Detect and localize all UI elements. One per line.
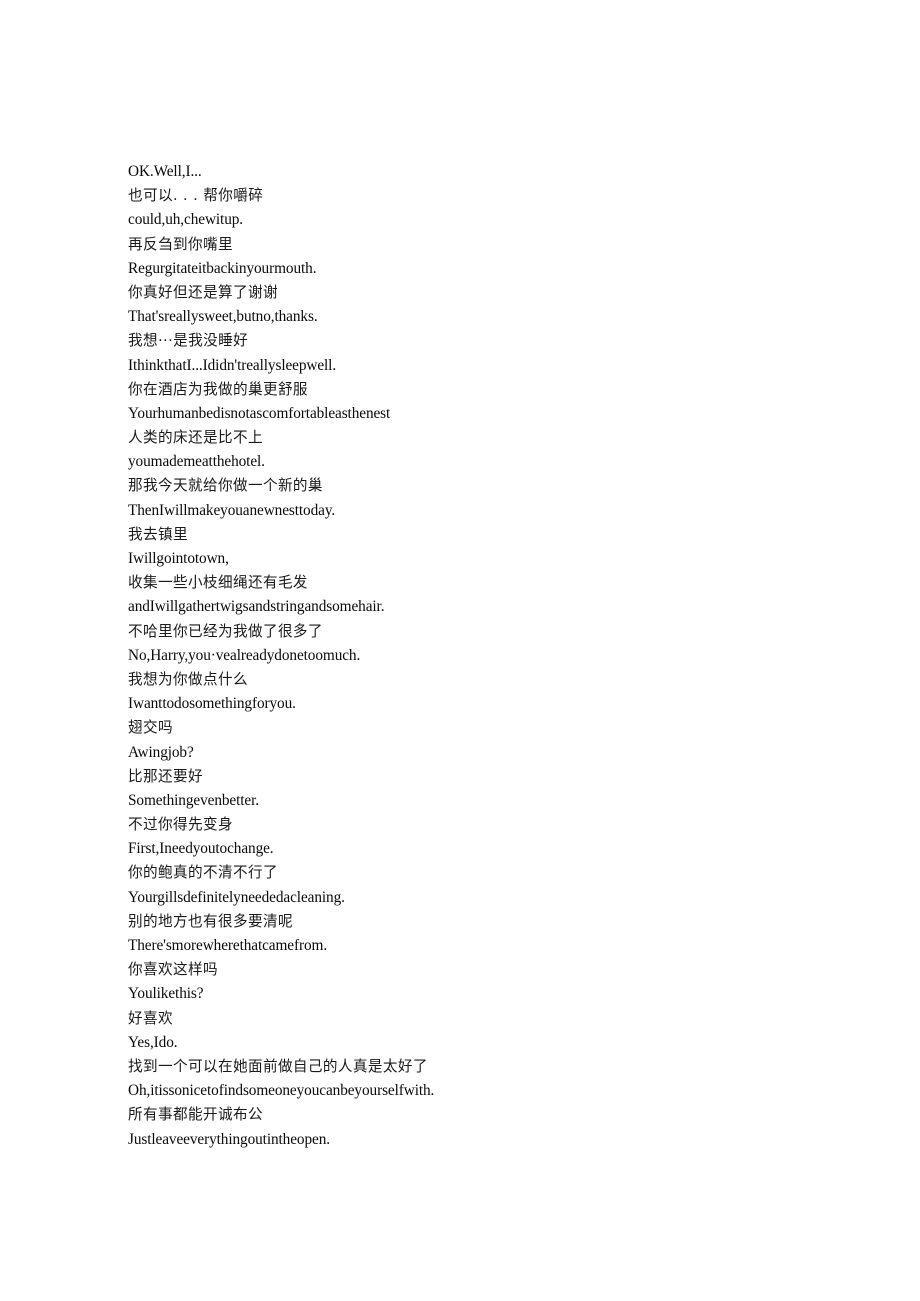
document-page: OK.Well,I... 也可以. . . 帮你嚼碎 could,uh,chewit… <box>0 0 920 1301</box>
subtitle-line-zh: 你喜欢这样吗 <box>128 961 218 979</box>
subtitle-line-zh: 收集一些小枝细绳还有毛发 <box>128 574 308 592</box>
subtitle-line-en: Awingjob? <box>128 743 194 761</box>
subtitle-line-en: First,Ineedyoutochange. <box>128 840 274 858</box>
subtitle-line-zh: 不哈里你已经为我做了很多了 <box>128 622 323 640</box>
subtitle-line-en: Yes,Ido. <box>128 1033 178 1051</box>
subtitle-line-en: ThenIwillmakeyouanewnesttoday. <box>128 501 336 519</box>
subtitle-line-en: Regurgitateitbackinyourmouth. <box>128 259 317 277</box>
subtitle-line-zh: 那我今天就给你做一个新的巢 <box>128 477 323 495</box>
subtitle-line-en: There'smorewherethatcamefrom. <box>128 937 328 954</box>
subtitle-line-zh: 你的鲍真的不清不行了 <box>128 864 278 882</box>
subtitle-line-zh: 再反刍到你嘴里 <box>128 235 233 253</box>
subtitle-transcript-block: OK.Well,I... 也可以. . . 帮你嚼碎 could,uh,chewit… <box>128 160 868 1152</box>
subtitle-line-zh: 我去镇里 <box>128 525 188 543</box>
subtitle-line-en: youmademeatthehotel. <box>128 453 265 471</box>
subtitle-line-en: That'sreallysweet,butno,thanks. <box>128 308 318 326</box>
subtitle-line-zh: 所有事都能开诚布公 <box>128 1106 263 1124</box>
subtitle-line-zh: 我想为你做点什么 <box>128 670 248 688</box>
subtitle-line-zh: 你真好但还是算了谢谢 <box>128 283 278 301</box>
subtitle-line-en: Justleaveeverythingoutintheopen. <box>128 1130 330 1148</box>
subtitle-line-zh: 你在酒店为我做的巢更舒服 <box>128 380 308 398</box>
subtitle-line-en: Somethingevenbetter. <box>128 791 259 809</box>
subtitle-line-en: could,uh,chewitup. <box>128 211 244 229</box>
subtitle-line-zh: 别的地方也有很多要清呢 <box>128 912 293 930</box>
subtitle-line-en: Iwillgointotown, <box>128 550 229 567</box>
subtitle-line-zh: 比那还要好 <box>128 767 203 785</box>
subtitle-line-en: Yourhumanbedisnotascomfortableasthenest <box>128 404 391 422</box>
subtitle-line-en: No,Harry,you·vealreadydonetoomuch. <box>128 646 361 664</box>
subtitle-line-zh: 我想···是我没睡好 <box>128 332 249 350</box>
subtitle-line-en: Youlikethis? <box>128 985 204 1003</box>
subtitle-line-en: andIwillgathertwigsandstringandsomehair. <box>128 598 385 616</box>
subtitle-line-en: Iwanttodosomethingforyou. <box>128 695 296 713</box>
subtitle-line-en: OK.Well,I... <box>128 163 202 180</box>
subtitle-line-en: IthinkthatI...Ididn'treallysleepwell. <box>128 356 337 374</box>
subtitle-line-zh: 翅交吗 <box>128 719 173 737</box>
subtitle-line-zh: 人类的床还是比不上 <box>128 429 263 447</box>
subtitle-line-en: Oh,itissonicetofindsomeoneyoucanbeyourse… <box>128 1082 435 1100</box>
subtitle-line-en: Yourgillsdefinitelyneededacleaning. <box>128 888 345 906</box>
subtitle-line-zh: 不过你得先变身 <box>128 816 233 834</box>
subtitle-line-zh: 也可以. . . 帮你嚼碎 <box>128 187 264 205</box>
subtitle-line-zh: 找到一个可以在她面前做自己的人真是太好了 <box>128 1057 428 1075</box>
subtitle-line-zh: 好喜欢 <box>128 1009 173 1027</box>
